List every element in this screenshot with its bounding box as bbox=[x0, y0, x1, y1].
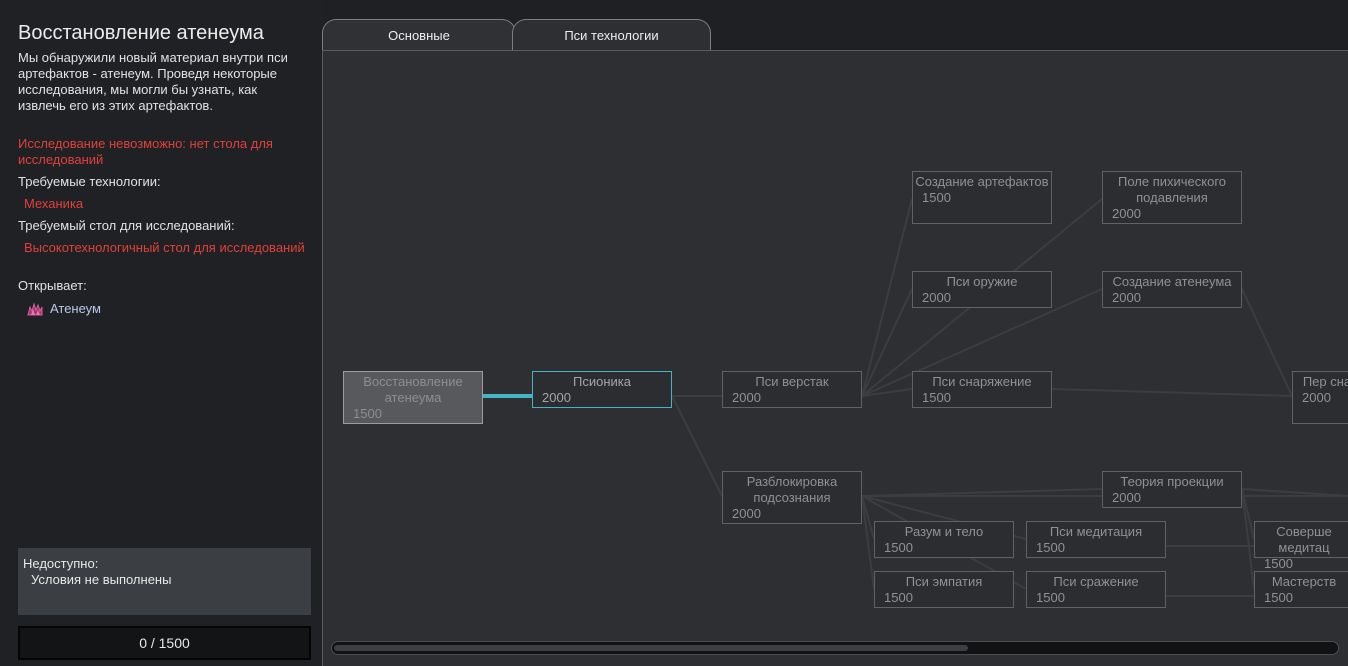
tech-node-label: Создание артефактов bbox=[915, 174, 1049, 189]
tech-node-perfect-meditation[interactable]: Соверше медитац 1500 bbox=[1254, 521, 1348, 571]
research-details-panel: Восстановление атенеума Мы обнаружили но… bbox=[0, 0, 322, 666]
tech-node-suppression-field[interactable]: Поле пихического подавления 2000 bbox=[1102, 171, 1242, 224]
tech-node-psi-bench[interactable]: Пси верстак 2000 bbox=[722, 371, 862, 408]
tech-node-label: Пси сражение bbox=[1053, 574, 1139, 589]
tech-node-cost: 2000 bbox=[922, 290, 951, 305]
tech-node-cost: 1500 bbox=[884, 540, 913, 555]
status-box: Недоступно: Условия не выполнены bbox=[18, 548, 311, 615]
research-error-message: Исследование невозможно: нет стола для и… bbox=[18, 136, 273, 167]
scrollbar-thumb[interactable] bbox=[334, 645, 968, 651]
research-description: Мы обнаружили новый материал внутри пси … bbox=[18, 50, 288, 113]
tech-node-label: Псионика bbox=[573, 374, 631, 389]
tech-node-psi-combat[interactable]: Пси сражение 1500 bbox=[1026, 571, 1166, 608]
unlock-item-label: Атенеум bbox=[50, 301, 101, 316]
research-title: Восстановление атенеума bbox=[18, 22, 264, 44]
tech-connection-line bbox=[1051, 388, 1293, 397]
horizontal-scrollbar[interactable] bbox=[331, 641, 1339, 655]
tech-node-psionics[interactable]: Псионика 2000 bbox=[532, 371, 672, 408]
tech-tree-view[interactable]: Восстановление атенеума 1500 Псионика 2000 П… bbox=[322, 50, 1348, 666]
tech-node-subconscious[interactable]: Разблокировка подсознания 2000 bbox=[722, 471, 862, 524]
unlock-atheneum-item[interactable]: Атенеум bbox=[26, 301, 316, 317]
tech-node-cost: 2000 bbox=[1112, 206, 1141, 221]
tech-node-label: Теория проекции bbox=[1120, 474, 1224, 489]
tech-node-label: Соверше медитац bbox=[1276, 524, 1332, 555]
tech-node-cost: 2000 bbox=[542, 390, 571, 405]
tech-node-cost: 1500 bbox=[922, 190, 951, 205]
tech-connection-line bbox=[861, 488, 1103, 497]
tech-node-mind-body[interactable]: Разум и тело 1500 bbox=[874, 521, 1014, 558]
tech-connection-line bbox=[671, 395, 723, 497]
tech-connection-line bbox=[861, 288, 913, 397]
tech-connection-line bbox=[861, 198, 913, 397]
tech-node-cost: 2000 bbox=[732, 506, 761, 521]
tech-node-cost: 1500 bbox=[1264, 556, 1293, 571]
status-title: Недоступно: bbox=[23, 556, 99, 571]
tech-node-label: Разблокировка подсознания bbox=[746, 474, 838, 505]
tech-node-label: Мастерств bbox=[1271, 574, 1337, 589]
tech-node-restore[interactable]: Восстановление атенеума 1500 bbox=[343, 371, 483, 424]
tech-node-cost: 1500 bbox=[922, 390, 951, 405]
tab-main[interactable]: Основные bbox=[322, 19, 516, 50]
tech-connection-line bbox=[1241, 288, 1293, 397]
tech-node-psi-empathy[interactable]: Пси эмпатия 1500 bbox=[874, 571, 1014, 608]
tech-node-psi-weapon[interactable]: Пси оружие 2000 bbox=[912, 271, 1052, 308]
tech-node-psi-meditation[interactable]: Пси медитация 1500 bbox=[1026, 521, 1166, 558]
tech-node-label: Пси снаряжение bbox=[932, 374, 1032, 389]
tech-node-cost: 1500 bbox=[884, 590, 913, 605]
required-bench-link[interactable]: Высокотехнологичный стол для исследовани… bbox=[24, 240, 314, 256]
tech-connection-line bbox=[1241, 488, 1348, 497]
tech-node-artifacts[interactable]: Создание артефактов 1500 bbox=[912, 171, 1052, 224]
required-bench-label: Требуемый стол для исследований: bbox=[18, 218, 235, 233]
tech-node-psi-gear[interactable]: Пси снаряжение 1500 bbox=[912, 371, 1052, 408]
tab-psi-tech[interactable]: Пси технологии bbox=[512, 19, 711, 50]
tech-node-cost: 1500 bbox=[1036, 540, 1065, 555]
required-tech-label: Требуемые технологии: bbox=[18, 174, 161, 189]
tech-node-mastery[interactable]: Мастерств 1500 bbox=[1254, 571, 1348, 608]
tech-node-label: Пси оружие bbox=[946, 274, 1018, 289]
tech-node-cost: 1500 bbox=[1036, 590, 1065, 605]
tech-node-cost: 1500 bbox=[1264, 590, 1293, 605]
tech-node-label: Восстановление атенеума bbox=[363, 374, 463, 405]
tech-node-cost: 1500 bbox=[353, 406, 382, 421]
tech-node-label: Разум и тело bbox=[904, 524, 984, 539]
status-text: Условия не выполнены bbox=[31, 572, 172, 587]
research-progress-bar: 0 / 1500 bbox=[18, 626, 311, 660]
tech-node-cost: 2000 bbox=[732, 390, 761, 405]
tech-node-cost: 2000 bbox=[1112, 490, 1141, 505]
tech-node-projection[interactable]: Теория проекции 2000 bbox=[1102, 471, 1242, 508]
tech-node-cost: 2000 bbox=[1302, 390, 1331, 405]
tech-node-atheneum-create[interactable]: Создание атенеума 2000 bbox=[1102, 271, 1242, 308]
tech-node-label: Пси эмпатия bbox=[905, 574, 983, 589]
tech-node-label: Пси медитация bbox=[1049, 524, 1143, 539]
atheneum-crystal-icon bbox=[26, 301, 44, 317]
tech-connection-line bbox=[1241, 488, 1255, 590]
required-tech-link[interactable]: Механика bbox=[24, 196, 314, 212]
unlocks-label: Открывает: bbox=[18, 278, 87, 293]
tech-node-label: Создание атенеума bbox=[1112, 274, 1232, 289]
tech-node-label: Пси верстак bbox=[755, 374, 829, 389]
tech-node-perc-cut[interactable]: Пер сна 2000 bbox=[1292, 371, 1348, 424]
tech-connection-line bbox=[861, 495, 875, 590]
tech-node-cost: 2000 bbox=[1112, 290, 1141, 305]
tech-node-label: Поле пихического подавления bbox=[1117, 174, 1227, 205]
tech-node-label: Пер сна bbox=[1302, 374, 1348, 389]
tech-tree-connections bbox=[483, 198, 1348, 597]
